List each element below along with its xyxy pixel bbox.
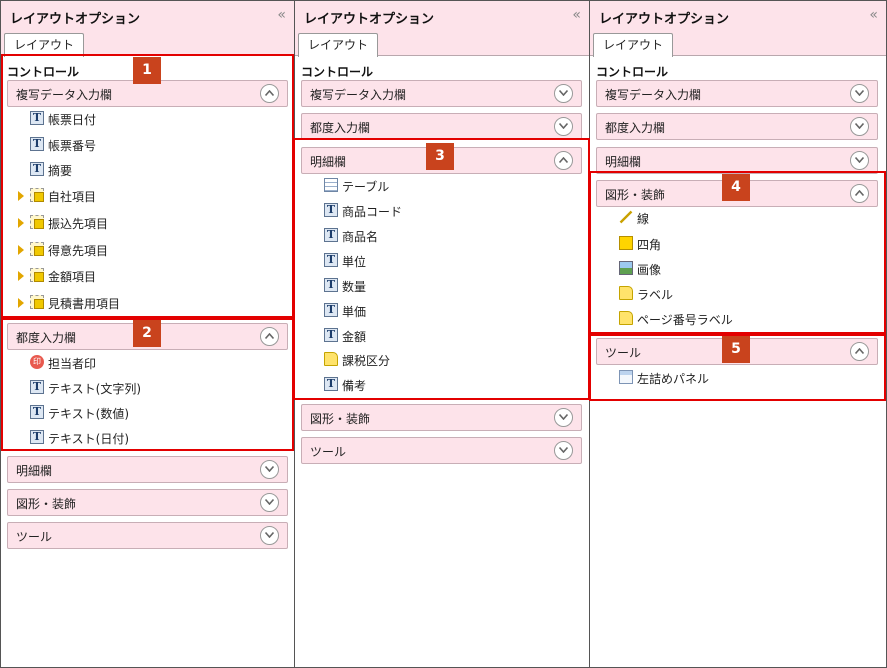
chevron-down-icon[interactable] (554, 117, 573, 136)
chevron-down-icon[interactable] (850, 84, 869, 103)
accordion-zukei[interactable]: 図形・装飾 (7, 489, 288, 516)
tab-layout[interactable]: レイアウト (298, 33, 379, 57)
highlight-box-1 (1, 54, 294, 318)
callout-badge-2: 2 (133, 320, 161, 347)
collapse-panel-icon[interactable]: « (572, 7, 580, 23)
accordion-label: 明細欄 (16, 464, 53, 478)
accordion-label: 複写データ入力欄 (310, 88, 407, 102)
chevron-down-icon[interactable] (554, 84, 573, 103)
callout-badge-1: 1 (133, 57, 161, 84)
accordion-fukusha[interactable]: 複写データ入力欄 (301, 80, 582, 107)
accordion-label: 複写データ入力欄 (605, 88, 702, 102)
chevron-down-icon[interactable] (260, 526, 279, 545)
callout-badge-4: 4 (722, 174, 750, 201)
accordion-zukei[interactable]: 図形・装飾 (301, 404, 582, 431)
panel-title: レイアウトオプション (599, 12, 730, 27)
chevron-down-icon[interactable] (260, 460, 279, 479)
collapse-panel-icon[interactable]: « (277, 7, 285, 23)
controls-heading: コントロール (596, 65, 669, 79)
accordion-tool[interactable]: ツール (301, 437, 582, 464)
panel-titlebar: レイアウトオプション « レイアウト (1, 1, 294, 57)
chevron-down-icon[interactable] (850, 151, 869, 170)
panel-title: レイアウトオプション (304, 12, 435, 27)
chevron-down-icon[interactable] (554, 408, 573, 427)
accordion-tool[interactable]: ツール (7, 522, 288, 549)
accordion-label: 都度入力欄 (310, 121, 371, 135)
chevron-down-icon[interactable] (554, 441, 573, 460)
callout-badge-5: 5 (722, 336, 750, 363)
accordion-label: ツール (310, 445, 347, 459)
accordion-fukusha[interactable]: 複写データ入力欄 (596, 80, 878, 107)
accordion-label: 明細欄 (605, 155, 642, 169)
accordion-label: ツール (16, 530, 53, 544)
highlight-box-3 (293, 138, 590, 400)
tab-layout[interactable]: レイアウト (593, 33, 674, 57)
accordion-tsudo[interactable]: 都度入力欄 (301, 113, 582, 140)
chevron-down-icon[interactable] (260, 493, 279, 512)
controls-heading: コントロール (301, 65, 374, 79)
panel-title: レイアウトオプション (10, 12, 141, 27)
chevron-down-icon[interactable] (850, 117, 869, 136)
accordion-label: 図形・装飾 (310, 412, 371, 426)
panel-titlebar: レイアウトオプション « レイアウト (590, 1, 886, 57)
callout-badge-3: 3 (426, 143, 454, 170)
accordion-tsudo[interactable]: 都度入力欄 (596, 113, 878, 140)
panel-titlebar: レイアウトオプション « レイアウト (295, 1, 589, 57)
accordion-label: 図形・装飾 (16, 497, 77, 511)
accordion-meisai[interactable]: 明細欄 (7, 456, 288, 483)
collapse-panel-icon[interactable]: « (869, 7, 877, 23)
accordion-label: 都度入力欄 (605, 121, 666, 135)
accordion-meisai[interactable]: 明細欄 (596, 147, 878, 174)
